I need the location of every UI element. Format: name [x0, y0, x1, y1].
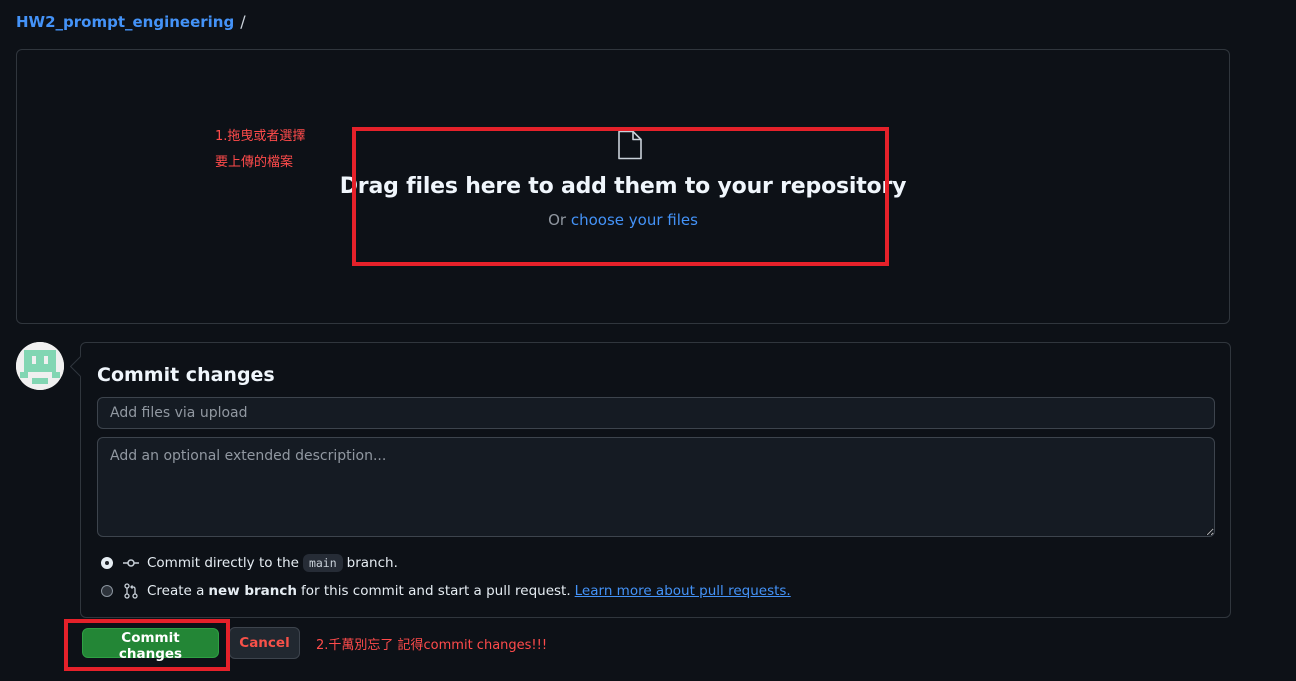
new-branch-suffix: for this commit and start a pull request…: [301, 583, 571, 599]
annotation-step-1-line-2: 要上傳的檔案: [215, 155, 294, 170]
git-pull-request-icon: [124, 583, 138, 599]
commit-title: Commit changes: [97, 364, 275, 386]
annotation-step-1-line-1: 1.拖曳或者選擇: [215, 129, 306, 144]
commit-direct-prefix: Commit directly to the: [147, 555, 299, 571]
learn-more-pr-link[interactable]: Learn more about pull requests.: [575, 583, 791, 599]
annotation-step-1: 1.拖曳或者選擇 要上傳的檔案: [215, 124, 305, 176]
option-commit-direct[interactable]: Commit directly to the main branch.: [101, 554, 398, 572]
new-branch-prefix: Create a: [147, 583, 205, 599]
cancel-button[interactable]: Cancel: [229, 627, 300, 659]
commit-panel: Commit changes Commit directly to the ma…: [69, 342, 1231, 618]
commit-description-input[interactable]: [97, 437, 1215, 537]
breadcrumb: HW2_prompt_engineering /: [16, 12, 246, 31]
radio-new-branch[interactable]: [101, 585, 113, 597]
option-new-branch[interactable]: Create a new branch for this commit and …: [101, 583, 791, 599]
commit-summary-input[interactable]: [97, 397, 1215, 429]
annotation-box-dropzone: [352, 127, 889, 266]
radio-commit-direct[interactable]: [101, 557, 113, 569]
branch-name-badge: main: [302, 554, 343, 572]
git-commit-icon: [123, 559, 139, 567]
repo-link[interactable]: HW2_prompt_engineering: [16, 13, 234, 31]
identicon-icon: [16, 342, 64, 390]
new-branch-bold: new branch: [208, 583, 298, 599]
breadcrumb-separator: /: [240, 12, 246, 31]
panel-caret: [69, 355, 92, 378]
upload-page: HW2_prompt_engineering / Drag files here…: [0, 0, 1296, 681]
annotation-box-commit-button: [64, 619, 230, 671]
avatar[interactable]: [16, 342, 64, 390]
annotation-step-2: 2.千萬別忘了 記得commit changes!!!: [316, 638, 548, 653]
commit-direct-suffix: branch.: [346, 555, 398, 571]
